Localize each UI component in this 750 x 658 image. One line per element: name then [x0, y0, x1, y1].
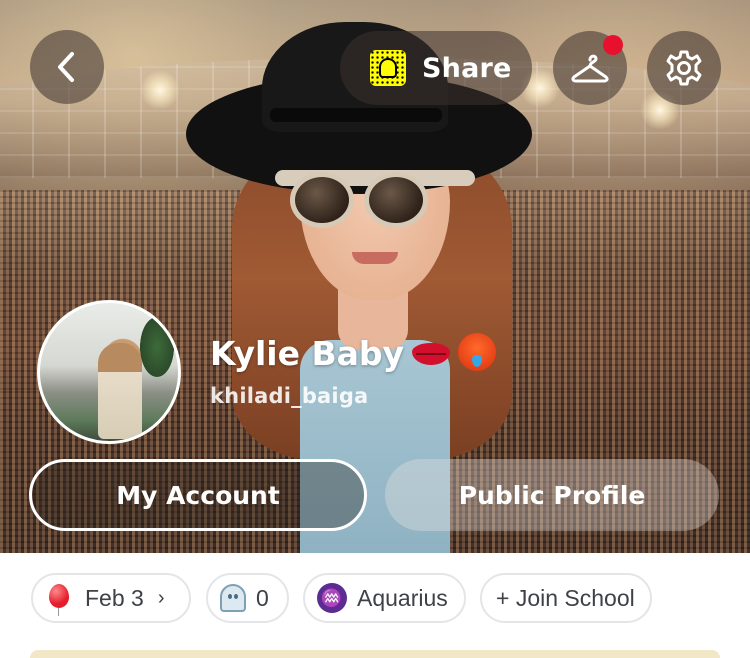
- chevron-left-icon: [58, 52, 74, 82]
- ghost-icon: [220, 584, 246, 612]
- lips-icon: [412, 342, 451, 365]
- share-label: Share: [422, 52, 512, 84]
- my-account-label: My Account: [116, 480, 280, 510]
- avatar-glasses-lens: [290, 172, 354, 228]
- friends-chip[interactable]: 0: [206, 573, 289, 623]
- hot-face-icon: [458, 332, 497, 371]
- public-profile-label: Public Profile: [458, 480, 646, 510]
- birthday-label: Feb 3: [85, 584, 144, 611]
- avatar-hat-band: [270, 108, 442, 122]
- back-button[interactable]: [30, 30, 104, 104]
- chevron-right-icon: ›: [157, 586, 165, 609]
- zodiac-chip[interactable]: ♒ Aquarius: [303, 573, 466, 623]
- profile-chips-row: Feb 3 › 0 ♒ Aquarius + Join School: [0, 553, 750, 658]
- public-profile-button[interactable]: Public Profile: [385, 459, 719, 531]
- display-name: Kylie Baby: [210, 332, 497, 375]
- gear-icon: [666, 50, 702, 86]
- snapcode-icon: [370, 50, 406, 86]
- display-name-text: Kylie Baby: [210, 334, 405, 373]
- balloon-icon: [49, 584, 69, 616]
- join-school-label: + Join School: [496, 584, 635, 611]
- next-card-edge: [30, 650, 720, 658]
- hanger-icon: [571, 54, 609, 83]
- share-button[interactable]: Share: [340, 31, 532, 105]
- join-school-chip[interactable]: + Join School: [480, 573, 652, 623]
- avatar-mouth: [352, 252, 398, 264]
- friends-count: 0: [256, 584, 269, 611]
- notification-dot: [603, 35, 623, 55]
- profile-photo[interactable]: [37, 300, 181, 444]
- aquarius-icon: ♒: [317, 583, 347, 613]
- my-account-button[interactable]: My Account: [29, 459, 367, 531]
- zodiac-label: Aquarius: [357, 584, 448, 611]
- photo-person: [98, 343, 142, 439]
- avatar-glasses-lens: [364, 172, 428, 228]
- settings-button[interactable]: [647, 31, 721, 105]
- wardrobe-button[interactable]: [553, 31, 627, 105]
- username: khiladi_baiga: [210, 384, 369, 408]
- photo-plant: [140, 317, 174, 377]
- birthday-chip[interactable]: Feb 3 ›: [31, 573, 191, 623]
